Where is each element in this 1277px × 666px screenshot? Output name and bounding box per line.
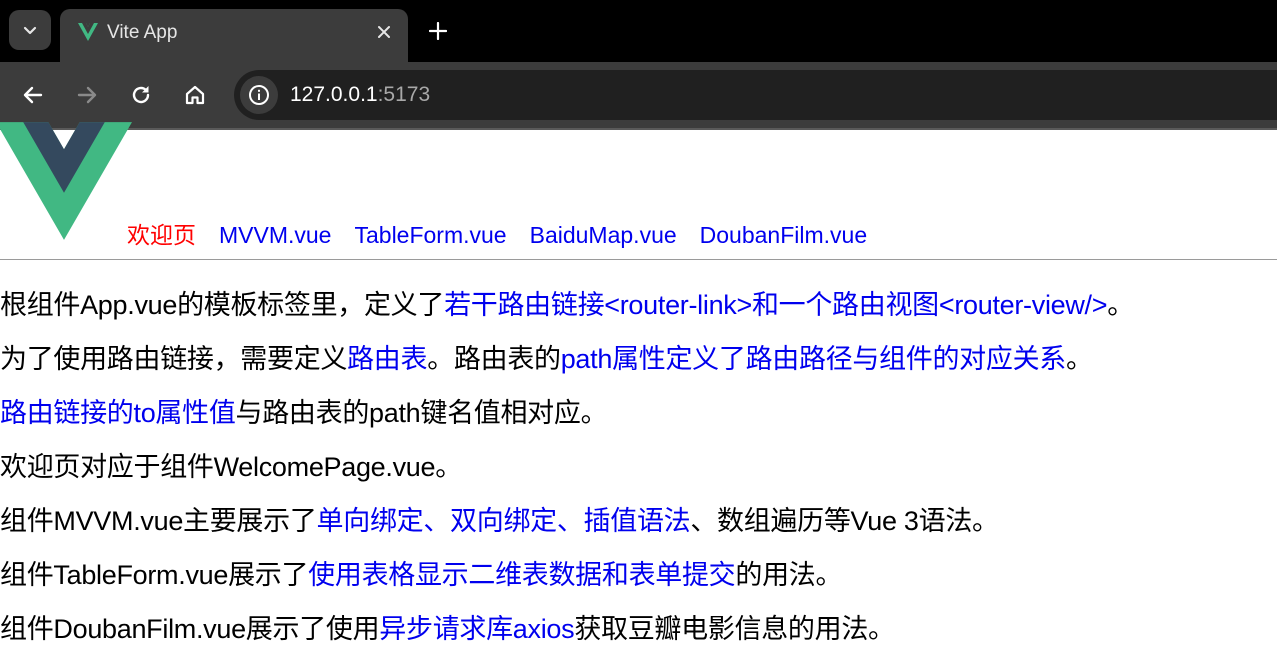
url-port: :5173 xyxy=(377,83,431,106)
tab-title: Vite App xyxy=(107,22,178,43)
highlight-text: 单向绑定、双向绑定、插值语法 xyxy=(316,506,691,536)
home-button[interactable] xyxy=(175,75,215,115)
text: 根组件App.vue的模板标签里，定义了 xyxy=(0,290,445,320)
highlight-text: 路由表 xyxy=(347,344,428,374)
tab-strip: Vite App xyxy=(0,0,1277,62)
paragraph-2: 为了使用路由链接，需要定义路由表。路由表的path属性定义了路由路径与组件的对应… xyxy=(0,332,1277,386)
site-info-button[interactable] xyxy=(240,76,278,114)
close-tab-button[interactable] xyxy=(374,22,394,42)
router-nav: 欢迎页 MVVM.vue TableForm.vue BaiduMap.vue Doub… xyxy=(127,220,890,250)
text: 、数组遍历等Vue 3语法。 xyxy=(690,506,999,536)
paragraph-6: 组件TableForm.vue展示了使用表格显示二维表数据和表单提交的用法。 xyxy=(0,548,1277,602)
highlight-text: 若干路由链接<router-link>和一个路由视图<router-view/> xyxy=(444,290,1108,320)
nav-link-baidumap[interactable]: BaiduMap.vue xyxy=(530,222,677,248)
text: 获取豆瓣电影信息的用法。 xyxy=(574,614,895,644)
text: 。 xyxy=(1065,344,1093,374)
reload-icon xyxy=(132,86,150,104)
welcome-content: 根组件App.vue的模板标签里，定义了若干路由链接<router-link>和… xyxy=(0,278,1277,656)
page-viewport: 欢迎页 MVVM.vue TableForm.vue BaiduMap.vue Doub… xyxy=(0,122,1277,666)
highlight-text: 使用表格显示二维表数据和表单提交 xyxy=(308,560,736,590)
url-text[interactable]: 127.0.0.1:5173 xyxy=(290,83,430,107)
reload-button[interactable] xyxy=(121,75,161,115)
text: 欢迎页对应于组件WelcomePage.vue。 xyxy=(0,452,462,482)
text: 组件TableForm.vue展示了 xyxy=(0,560,309,590)
paragraph-5: 组件MVVM.vue主要展示了单向绑定、双向绑定、插值语法、数组遍历等Vue 3… xyxy=(0,494,1277,548)
active-tab[interactable]: Vite App xyxy=(60,9,408,62)
paragraph-3: 路由链接的to属性值与路由表的path键名值相对应。 xyxy=(0,386,1277,440)
back-arrow-icon xyxy=(23,86,43,104)
vue-logo xyxy=(0,122,132,240)
url-host: 127.0.0.1 xyxy=(290,83,378,106)
nav-link-doubanfilm[interactable]: DoubanFilm.vue xyxy=(700,222,867,248)
paragraph-4: 欢迎页对应于组件WelcomePage.vue。 xyxy=(0,440,1277,494)
tab-search-icon xyxy=(23,26,37,35)
close-icon xyxy=(378,26,390,38)
forward-button[interactable] xyxy=(67,75,107,115)
text: 组件MVVM.vue主要展示了 xyxy=(0,506,317,536)
text: 与路由表的path键名值相对应。 xyxy=(235,398,608,428)
highlight-text: 异步请求库axios xyxy=(379,614,575,644)
home-icon xyxy=(185,85,205,105)
tab-search-button[interactable] xyxy=(9,10,51,50)
paragraph-1: 根组件App.vue的模板标签里，定义了若干路由链接<router-link>和… xyxy=(0,278,1277,332)
text: 组件DoubanFilm.vue展示了使用 xyxy=(0,614,380,644)
highlight-text: 路由链接的to属性值 xyxy=(0,398,236,428)
text: 。路由表的 xyxy=(427,344,561,374)
forward-arrow-icon xyxy=(77,86,97,104)
browser-toolbar: 127.0.0.1:5173 xyxy=(0,62,1277,128)
nav-divider xyxy=(0,259,1277,260)
info-icon xyxy=(249,85,269,105)
plus-icon xyxy=(429,22,447,40)
new-tab-button[interactable] xyxy=(422,15,454,47)
back-button[interactable] xyxy=(13,75,53,115)
text: 为了使用路由链接，需要定义 xyxy=(0,344,348,374)
nav-link-welcome[interactable]: 欢迎页 xyxy=(127,222,196,248)
vite-favicon xyxy=(78,23,98,41)
highlight-text: path属性定义了路由路径与组件的对应关系 xyxy=(560,344,1067,374)
nav-link-mvvm[interactable]: MVVM.vue xyxy=(219,222,331,248)
text: 的用法。 xyxy=(735,560,843,590)
address-bar[interactable]: 127.0.0.1:5173 xyxy=(234,70,1277,120)
paragraph-7: 组件DoubanFilm.vue展示了使用异步请求库axios获取豆瓣电影信息的… xyxy=(0,602,1277,656)
nav-link-tableform[interactable]: TableForm.vue xyxy=(354,222,506,248)
text: 。 xyxy=(1107,290,1134,320)
